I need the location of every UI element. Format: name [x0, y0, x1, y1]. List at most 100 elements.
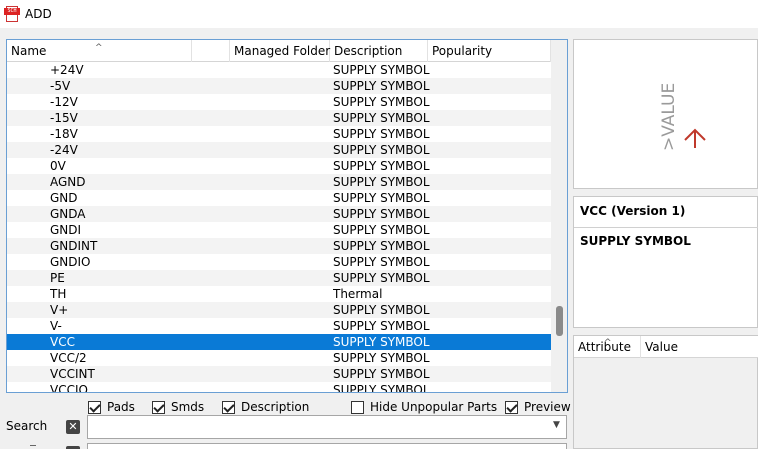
- table-row[interactable]: GNDI SUPPLY SYMBOL: [7, 222, 551, 238]
- table-row[interactable]: GND SUPPLY SYMBOL: [7, 190, 551, 206]
- row-name: GND: [50, 191, 78, 205]
- table-row[interactable]: V+ SUPPLY SYMBOL: [7, 302, 551, 318]
- table-row[interactable]: VCCIO SUPPLY SYMBOL: [7, 382, 551, 393]
- part-description: SUPPLY SYMBOL: [580, 234, 691, 248]
- attribute-table-header: ^ Attribute Value: [574, 336, 758, 358]
- table-row[interactable]: +24V SUPPLY SYMBOL: [7, 62, 551, 78]
- column-header-attribute[interactable]: ^ Attribute: [574, 336, 641, 358]
- divider: [574, 227, 758, 228]
- table-row[interactable]: VCC/2 SUPPLY SYMBOL: [7, 350, 551, 366]
- row-description: SUPPLY SYMBOL: [333, 239, 430, 253]
- row-name: VCC: [50, 335, 75, 349]
- column-header-managed-folder[interactable]: Managed Folder: [230, 40, 330, 62]
- row-description: SUPPLY SYMBOL: [333, 367, 430, 381]
- search-label: Search: [6, 419, 48, 433]
- row-description: SUPPLY SYMBOL: [333, 383, 430, 393]
- row-name: GNDINT: [50, 239, 98, 253]
- row-name: -5V: [50, 79, 71, 93]
- row-description: SUPPLY SYMBOL: [333, 255, 430, 269]
- row-description: SUPPLY SYMBOL: [333, 351, 430, 365]
- column-header-value[interactable]: Value: [641, 336, 758, 358]
- sch-icon: SCH: [4, 6, 20, 22]
- table-row[interactable]: GNDINT SUPPLY SYMBOL: [7, 238, 551, 254]
- table-row[interactable]: 0V SUPPLY SYMBOL: [7, 158, 551, 174]
- table-row[interactable]: GNDA SUPPLY SYMBOL: [7, 206, 551, 222]
- table-header: Name ^ Managed Folder Description Popula…: [7, 40, 551, 62]
- row-description: SUPPLY SYMBOL: [333, 159, 430, 173]
- row-name: VCC/2: [50, 351, 87, 365]
- row-name: GNDA: [50, 207, 86, 221]
- sort-ascending-icon: ^: [95, 43, 103, 53]
- row-description: SUPPLY SYMBOL: [333, 63, 430, 77]
- part-info-panel: VCC (Version 1) SUPPLY SYMBOL: [573, 196, 758, 328]
- row-description: SUPPLY SYMBOL: [333, 207, 430, 221]
- title-bar: SCH ADD: [0, 0, 758, 28]
- value-placeholder-text: >VALUE: [659, 83, 679, 151]
- column-header-popularity[interactable]: Popularity: [428, 40, 551, 62]
- window-title: ADD: [25, 7, 52, 21]
- vertical-scrollbar[interactable]: [551, 40, 567, 392]
- part-title: VCC (Version 1): [580, 204, 686, 218]
- row-name: PE: [50, 271, 65, 285]
- table-row[interactable]: AGND SUPPLY SYMBOL: [7, 174, 551, 190]
- row-description: SUPPLY SYMBOL: [333, 143, 430, 157]
- row-name: GNDIO: [50, 255, 91, 269]
- row-name: -18V: [50, 127, 78, 141]
- chevron-down-icon[interactable]: ▼: [553, 420, 560, 430]
- attribute-table[interactable]: ^ Attribute Value: [573, 335, 758, 449]
- row-description: SUPPLY SYMBOL: [333, 191, 430, 205]
- clear-search-icon[interactable]: ✕: [66, 420, 80, 434]
- search-input[interactable]: [87, 415, 567, 439]
- table-row[interactable]: PE SUPPLY SYMBOL: [7, 270, 551, 286]
- table-row[interactable]: V- SUPPLY SYMBOL: [7, 318, 551, 334]
- row-description: SUPPLY SYMBOL: [333, 223, 430, 237]
- symbol-preview: >VALUE: [573, 39, 758, 189]
- row-description: SUPPLY SYMBOL: [333, 303, 430, 317]
- row-name: -12V: [50, 95, 78, 109]
- table-row[interactable]: -5V SUPPLY SYMBOL: [7, 78, 551, 94]
- checkbox-hide-unpopular[interactable]: [351, 400, 364, 414]
- row-description: SUPPLY SYMBOL: [333, 319, 430, 333]
- column-header-description[interactable]: Description: [330, 40, 428, 62]
- row-description: SUPPLY SYMBOL: [333, 111, 430, 125]
- row-description: SUPPLY SYMBOL: [333, 127, 430, 141]
- supply-arrow-icon: [684, 128, 706, 148]
- row-description: SUPPLY SYMBOL: [333, 79, 430, 93]
- row-name: V-: [50, 319, 62, 333]
- secondary-input[interactable]: [87, 443, 567, 449]
- checkbox-description[interactable]: [222, 400, 235, 414]
- row-description: SUPPLY SYMBOL: [333, 175, 430, 189]
- table-row[interactable]: GNDIO SUPPLY SYMBOL: [7, 254, 551, 270]
- divider: [30, 445, 36, 446]
- row-name: 0V: [50, 159, 66, 173]
- table-row[interactable]: VCC SUPPLY SYMBOL: [7, 334, 551, 350]
- checkbox-pads[interactable]: [88, 400, 101, 414]
- row-name: -24V: [50, 143, 78, 157]
- row-name: VCCINT: [50, 367, 95, 381]
- checkbox-smds[interactable]: [152, 400, 165, 414]
- description-checkbox[interactable]: Description: [222, 399, 309, 415]
- scrollbar-thumb[interactable]: [556, 306, 563, 336]
- table-row[interactable]: -15V SUPPLY SYMBOL: [7, 110, 551, 126]
- table-row[interactable]: -12V SUPPLY SYMBOL: [7, 94, 551, 110]
- row-description: SUPPLY SYMBOL: [333, 271, 430, 285]
- preview-checkbox[interactable]: Preview: [505, 399, 571, 415]
- smds-checkbox[interactable]: Smds: [152, 399, 204, 415]
- row-name: GNDI: [50, 223, 82, 237]
- library-table[interactable]: Name ^ Managed Folder Description Popula…: [6, 39, 568, 393]
- row-name: -15V: [50, 111, 78, 125]
- row-description: SUPPLY SYMBOL: [333, 95, 430, 109]
- table-row[interactable]: -24V SUPPLY SYMBOL: [7, 142, 551, 158]
- row-name: TH: [50, 287, 67, 301]
- column-header-name[interactable]: Name ^: [7, 40, 192, 62]
- row-name: +24V: [50, 63, 84, 77]
- table-row[interactable]: TH Thermal: [7, 286, 551, 302]
- checkbox-preview[interactable]: [505, 400, 518, 414]
- column-header-blank[interactable]: [192, 40, 230, 62]
- table-row[interactable]: VCCINT SUPPLY SYMBOL: [7, 366, 551, 382]
- pads-checkbox[interactable]: Pads: [88, 399, 135, 415]
- row-description: Thermal: [333, 287, 383, 301]
- hide-unpopular-checkbox[interactable]: Hide Unpopular Parts: [351, 399, 497, 415]
- table-row[interactable]: -18V SUPPLY SYMBOL: [7, 126, 551, 142]
- sort-ascending-icon: ^: [604, 338, 612, 348]
